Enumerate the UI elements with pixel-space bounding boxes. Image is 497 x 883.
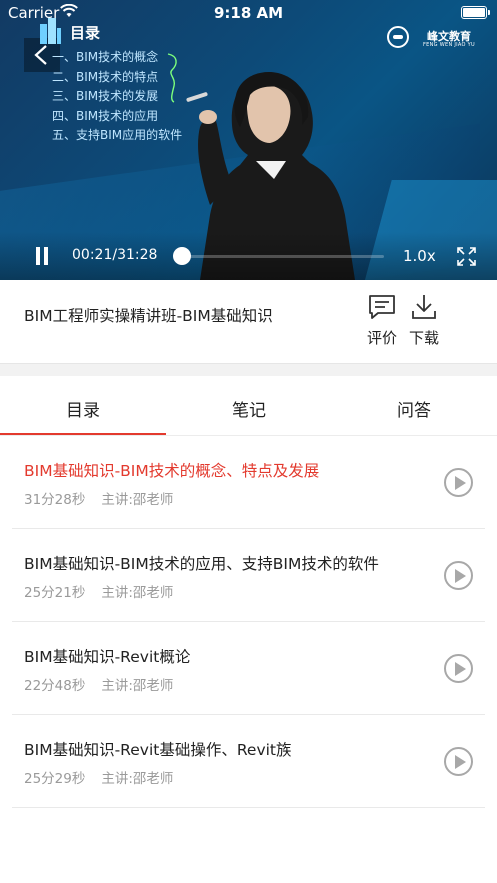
rate-button[interactable]: 评价: [362, 294, 402, 348]
slide-toc-item: 一、BIM技术的概念: [52, 50, 159, 64]
annotation-brace: [167, 53, 177, 103]
chevron-left-icon: [34, 45, 47, 65]
lesson-meta: 22分48秒 主讲:邵老师: [24, 674, 173, 694]
play-circle-icon[interactable]: [444, 654, 473, 683]
slide-toc-item: 三、BIM技术的发展: [52, 89, 159, 103]
list-item[interactable]: BIM基础知识-Revit概论 22分48秒 主讲:邵老师: [12, 622, 485, 715]
slide-toc-item: 五、支持BIM应用的软件: [52, 128, 183, 142]
tab-notes[interactable]: 笔记: [166, 376, 332, 436]
lesson-title: BIM基础知识-BIM技术的应用、支持BIM技术的软件: [24, 555, 379, 573]
lesson-title: BIM基础知识-BIM技术的概念、特点及发展: [24, 462, 320, 480]
tab-catalog[interactable]: 目录: [0, 376, 166, 436]
section-divider: [0, 364, 497, 376]
lesson-meta: 31分28秒 主讲:邵老师: [24, 488, 173, 508]
lesson-duration: 25分29秒: [24, 771, 86, 787]
download-button[interactable]: 下载: [404, 294, 444, 348]
slide-toc-item: 四、BIM技术的应用: [52, 108, 159, 123]
play-circle-icon[interactable]: [444, 468, 473, 497]
lesson-duration: 31分28秒: [24, 492, 86, 508]
download-label: 下载: [408, 329, 439, 347]
speed-button[interactable]: 1.0x: [403, 247, 436, 265]
slide-toc-title: 目录: [70, 24, 101, 42]
lesson-meta: 25分21秒 主讲:邵老师: [24, 581, 173, 601]
lesson-list: BIM基础知识-BIM技术的概念、特点及发展 31分28秒 主讲:邵老师 BIM基…: [0, 436, 497, 808]
battery-icon: [461, 6, 490, 19]
playback-time: 00:21/31:28: [72, 247, 158, 263]
lesson-title: BIM基础知识-Revit基础操作、Revit族: [24, 741, 292, 759]
list-item[interactable]: BIM基础知识-BIM技术的应用、支持BIM技术的软件 25分21秒 主讲:邵老师: [12, 529, 485, 622]
brand-subtitle: FENG WEN JIAO YU: [423, 42, 475, 48]
pause-button[interactable]: [34, 247, 50, 265]
tab-qa[interactable]: 问答: [331, 376, 497, 436]
slide-toc-list: 一、BIM技术的概念 二、BIM技术的特点 三、BIM技术的发展 四、BIM技术…: [52, 48, 182, 146]
play-circle-icon[interactable]: [444, 561, 473, 590]
list-item[interactable]: BIM基础知识-BIM技术的概念、特点及发展 31分28秒 主讲:邵老师: [12, 436, 485, 529]
lesson-title: BIM基础知识-Revit概论: [24, 648, 191, 666]
lesson-meta: 25分29秒 主讲:邵老师: [24, 767, 173, 787]
progress-knob[interactable]: [173, 247, 191, 265]
lesson-duration: 22分48秒: [24, 678, 86, 694]
lesson-teacher: 主讲:邵老师: [101, 771, 174, 787]
lesson-teacher: 主讲:邵老师: [101, 492, 174, 508]
tab-active-indicator: [0, 433, 166, 435]
expand-icon[interactable]: [457, 247, 476, 266]
lesson-teacher: 主讲:邵老师: [101, 585, 174, 601]
lesson-teacher: 主讲:邵老师: [101, 678, 174, 694]
download-icon: [412, 295, 436, 319]
lesson-duration: 25分21秒: [24, 585, 86, 601]
play-circle-icon[interactable]: [444, 747, 473, 776]
building-icon: [40, 18, 61, 44]
list-item[interactable]: BIM基础知识-Revit基础操作、Revit族 25分29秒 主讲:邵老师: [12, 715, 485, 808]
rate-label: 评价: [366, 329, 397, 347]
status-time: 9:18 AM: [213, 4, 284, 22]
progress-slider[interactable]: [178, 255, 384, 258]
comment-icon: [369, 295, 395, 319]
course-title: BIM工程师实操精讲班-BIM基础知识: [24, 307, 273, 325]
video-player[interactable]: Carrier 9:18 AM 目录 一、BIM技术的概念 二、BIM技术的特点…: [0, 0, 497, 280]
tab-bar: 目录 笔记 问答: [0, 376, 497, 436]
brand-logo-icon: [387, 26, 409, 48]
course-info: BIM工程师实操精讲班-BIM基础知识 评价 下载: [0, 280, 497, 364]
slide-toc-item: 二、BIM技术的特点: [52, 69, 159, 84]
